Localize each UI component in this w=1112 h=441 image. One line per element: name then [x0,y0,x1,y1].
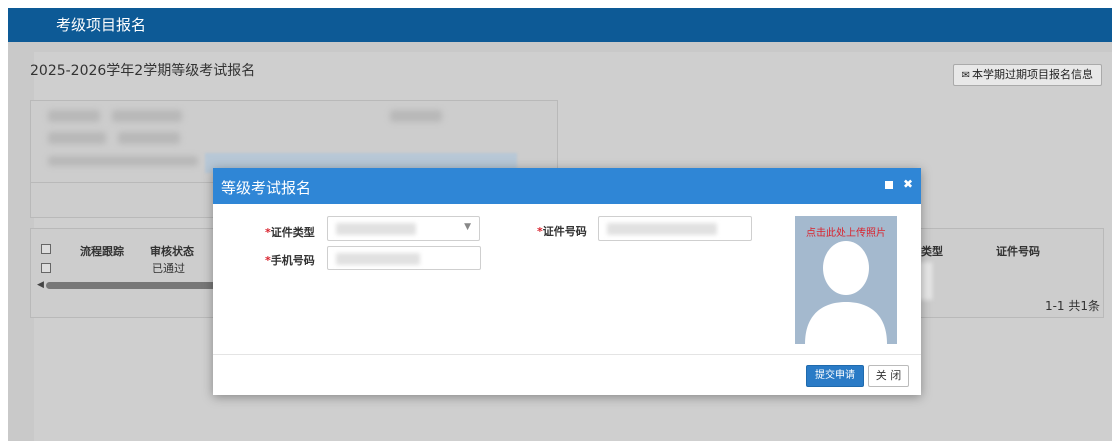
exam-registration-dialog: 等级考试报名 ✖ *证件类型 ▼ *手机号码 *证件号码 点击此处上传照片 提交… [213,168,921,395]
term-title: 2025-2026学年2学期等级考试报名 [30,63,256,79]
redacted-value [336,253,420,265]
redacted-value [336,223,416,235]
phone-label: *手机号码 [265,254,315,267]
dialog-window-controls: ✖ [873,177,913,191]
id-number-input[interactable] [598,216,752,241]
close-button[interactable]: 关 闭 [868,365,909,387]
page-header-title: 考级项目报名 [56,16,147,34]
redacted-text [48,132,106,144]
column-header-type: 类型 [921,245,943,258]
photo-upload-area[interactable]: 点击此处上传照片 [795,216,897,344]
top-bar: 考级项目报名 [8,8,1112,42]
dropdown-caret-icon: ▼ [464,222,471,232]
pagination-info: 1-1 共1条 [1044,299,1100,313]
redacted-text [112,110,182,122]
redacted-text [118,132,180,144]
scroll-left-icon[interactable]: ◀ [37,280,44,290]
envelope-icon: ✉ [961,70,970,81]
dialog-title: 等级考试报名 [221,179,312,197]
phone-input[interactable] [327,246,481,270]
redacted-text [48,156,198,166]
expired-projects-button[interactable]: ✉ 本学期过期项目报名信息 [952,64,1102,86]
row-status: 已通过 [152,262,185,275]
select-all-checkbox[interactable] [41,244,51,254]
person-silhouette-icon [805,241,887,344]
maximize-icon[interactable] [879,177,894,191]
redacted-text [390,110,442,122]
column-header-status: 审核状态 [150,245,194,258]
column-header-process: 流程跟踪 [80,245,124,258]
id-number-label: *证件号码 [537,225,587,238]
column-header-id-number: 证件号码 [996,245,1040,258]
submit-button[interactable]: 提交申请 [806,365,864,387]
close-icon[interactable]: ✖ [903,177,913,191]
expired-projects-label: 本学期过期项目报名信息 [972,68,1093,81]
horizontal-scrollbar[interactable] [46,282,216,289]
id-type-select[interactable]: ▼ [327,216,480,241]
redacted-value [607,223,717,235]
row-checkbox[interactable] [41,263,51,273]
redacted-text [48,110,100,122]
id-type-label: *证件类型 [265,226,315,239]
dialog-header: 等级考试报名 ✖ [213,168,921,204]
